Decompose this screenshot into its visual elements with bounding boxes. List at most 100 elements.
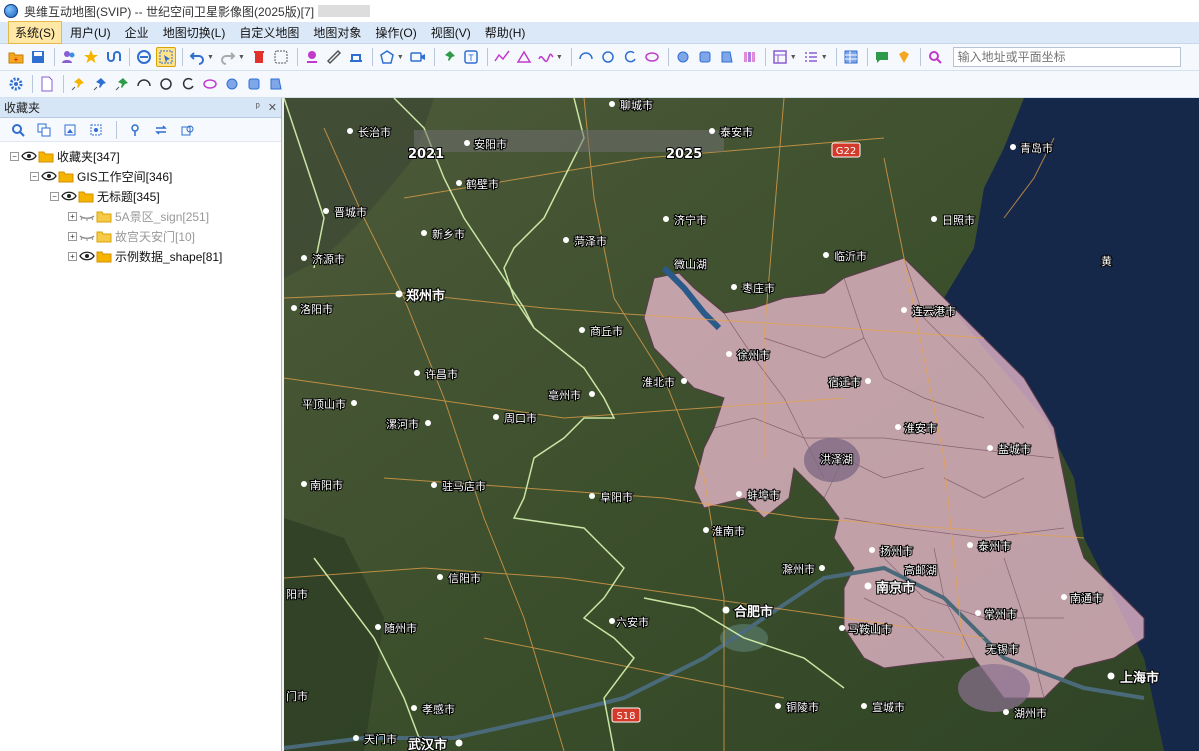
menu-operation[interactable]: 操作(O): [369, 22, 422, 43]
panel-layout-dropdown-icon[interactable]: ▼: [790, 54, 797, 61]
tree-expander[interactable]: −: [10, 151, 19, 161]
tree-node-favorites[interactable]: − 收藏夹[347]: [0, 146, 281, 166]
visibility-eye-icon[interactable]: [41, 170, 57, 182]
visibility-eye-icon[interactable]: [79, 250, 95, 262]
delete-icon[interactable]: [249, 47, 269, 67]
measure-area-icon[interactable]: [346, 47, 366, 67]
tree-expander[interactable]: +: [68, 211, 77, 221]
image-export-icon[interactable]: [60, 120, 80, 140]
zoom-to-fit-icon[interactable]: [86, 120, 106, 140]
table-icon[interactable]: [841, 47, 861, 67]
blue-pin-icon[interactable]: [90, 74, 110, 94]
filled-shape-icon[interactable]: [717, 47, 737, 67]
filled-square-2-icon[interactable]: [244, 74, 264, 94]
star-favorite-icon[interactable]: [81, 47, 101, 67]
city-label: 宣城市: [872, 700, 905, 714]
location-pin-icon[interactable]: [125, 120, 145, 140]
layer-toggle-icon[interactable]: [134, 47, 154, 67]
map-view[interactable]: 2021 2025 G22 S18 黄 洪泽湖 微山湖 高邮湖 长治市 安阳市 …: [284, 98, 1199, 751]
menu-system[interactable]: 系统(S): [8, 21, 62, 44]
filled-circle-2-icon[interactable]: [222, 74, 242, 94]
list-icon[interactable]: [801, 47, 821, 67]
polyline-icon[interactable]: [492, 47, 512, 67]
stripes-icon[interactable]: [739, 47, 759, 67]
city-label: 连云港市: [912, 304, 956, 318]
save-icon[interactable]: [28, 47, 48, 67]
ruler-icon[interactable]: [324, 47, 344, 67]
filled-square-icon[interactable]: [695, 47, 715, 67]
search-icon[interactable]: [925, 47, 945, 67]
city-dot: [411, 705, 417, 711]
curve-dropdown-icon[interactable]: ▼: [556, 54, 563, 61]
triangle-icon[interactable]: [514, 47, 534, 67]
chat-icon[interactable]: [872, 47, 892, 67]
city-label: 南阳市: [310, 478, 343, 492]
filled-circle-icon[interactable]: [673, 47, 693, 67]
close-panel-icon[interactable]: ✕: [268, 101, 277, 114]
arc-line-icon[interactable]: [134, 74, 154, 94]
ellipse-outline-icon[interactable]: [200, 74, 220, 94]
pin-panel-icon[interactable]: ᵖ: [256, 101, 260, 114]
menu-custom-map[interactable]: 自定义地图: [233, 22, 305, 43]
yellow-pin-icon[interactable]: [68, 74, 88, 94]
undo-dropdown-icon[interactable]: ▼: [207, 54, 214, 61]
satellite-map-canvas[interactable]: 2021 2025 G22 S18 黄 洪泽湖 微山湖 高邮湖 长治市 安阳市 …: [284, 98, 1199, 751]
tree-expander[interactable]: +: [68, 231, 77, 241]
copy-icon[interactable]: [34, 120, 54, 140]
tree-expander[interactable]: −: [30, 171, 39, 181]
new-document-icon[interactable]: [37, 74, 57, 94]
duplicate-layer-icon[interactable]: [177, 120, 197, 140]
vip-diamond-icon[interactable]: [894, 47, 914, 67]
city-dot: [395, 290, 403, 298]
curve-icon[interactable]: [536, 47, 556, 67]
tree-expander[interactable]: +: [68, 251, 77, 261]
open-circle-icon[interactable]: [178, 74, 198, 94]
settings-gear-icon[interactable]: [6, 74, 26, 94]
list-dropdown-icon[interactable]: ▼: [821, 54, 828, 61]
partial-circle-icon[interactable]: [620, 47, 640, 67]
select-mode-icon[interactable]: [156, 47, 176, 67]
redo-icon[interactable]: [218, 47, 238, 67]
polygon-dropdown-icon[interactable]: ▼: [397, 54, 404, 61]
hidden-eye-icon[interactable]: [79, 210, 95, 222]
visibility-eye-icon[interactable]: [61, 190, 77, 202]
circle-icon[interactable]: [598, 47, 618, 67]
sync-icon[interactable]: [151, 120, 171, 140]
hidden-eye-icon[interactable]: [79, 230, 95, 242]
tree-expander[interactable]: −: [50, 191, 59, 201]
menu-view[interactable]: 视图(V): [425, 22, 477, 43]
camera-icon[interactable]: [408, 47, 428, 67]
ellipse-icon[interactable]: [642, 47, 662, 67]
route-icon[interactable]: [103, 47, 123, 67]
green-pin-icon[interactable]: [112, 74, 132, 94]
tree-node-sample-shape[interactable]: + 示例数据_shape[81]: [0, 246, 281, 266]
panel-layout-icon[interactable]: [770, 47, 790, 67]
arc-icon[interactable]: [576, 47, 596, 67]
menu-user[interactable]: 用户(U): [64, 22, 117, 43]
polygon-icon[interactable]: [377, 47, 397, 67]
undo-icon[interactable]: [187, 47, 207, 67]
tree-node-5a-scenic[interactable]: + 5A景区_sign[251]: [0, 206, 281, 226]
text-label-icon[interactable]: T: [461, 47, 481, 67]
box-select-icon[interactable]: [271, 47, 291, 67]
tree-node-untitled[interactable]: − 无标题[345]: [0, 186, 281, 206]
pin-add-icon[interactable]: [439, 47, 459, 67]
open-folder-icon[interactable]: +: [6, 47, 26, 67]
address-search-input[interactable]: [952, 47, 1181, 67]
circle-outline-icon[interactable]: [156, 74, 176, 94]
users-icon[interactable]: [59, 47, 79, 67]
filled-shape-2-icon[interactable]: [266, 74, 286, 94]
menu-enterprise[interactable]: 企业: [119, 22, 155, 43]
favorites-panel-title: 收藏夹: [4, 101, 41, 115]
marker-icon[interactable]: [302, 47, 322, 67]
visibility-eye-icon[interactable]: [21, 150, 37, 162]
menu-map-objects[interactable]: 地图对象: [307, 22, 367, 43]
menu-help[interactable]: 帮助(H): [479, 22, 532, 43]
city-label: 徐州市: [737, 348, 770, 362]
tree-node-forbidden-city[interactable]: + 故宫天安门[10]: [0, 226, 281, 246]
tree-node-gis-workspace[interactable]: − GIS工作空间[346]: [0, 166, 281, 186]
redo-dropdown-icon[interactable]: ▼: [238, 54, 245, 61]
toolbar-separator: [667, 48, 669, 66]
menu-map-switch[interactable]: 地图切换(L): [157, 22, 232, 43]
search-favorites-icon[interactable]: [8, 120, 28, 140]
